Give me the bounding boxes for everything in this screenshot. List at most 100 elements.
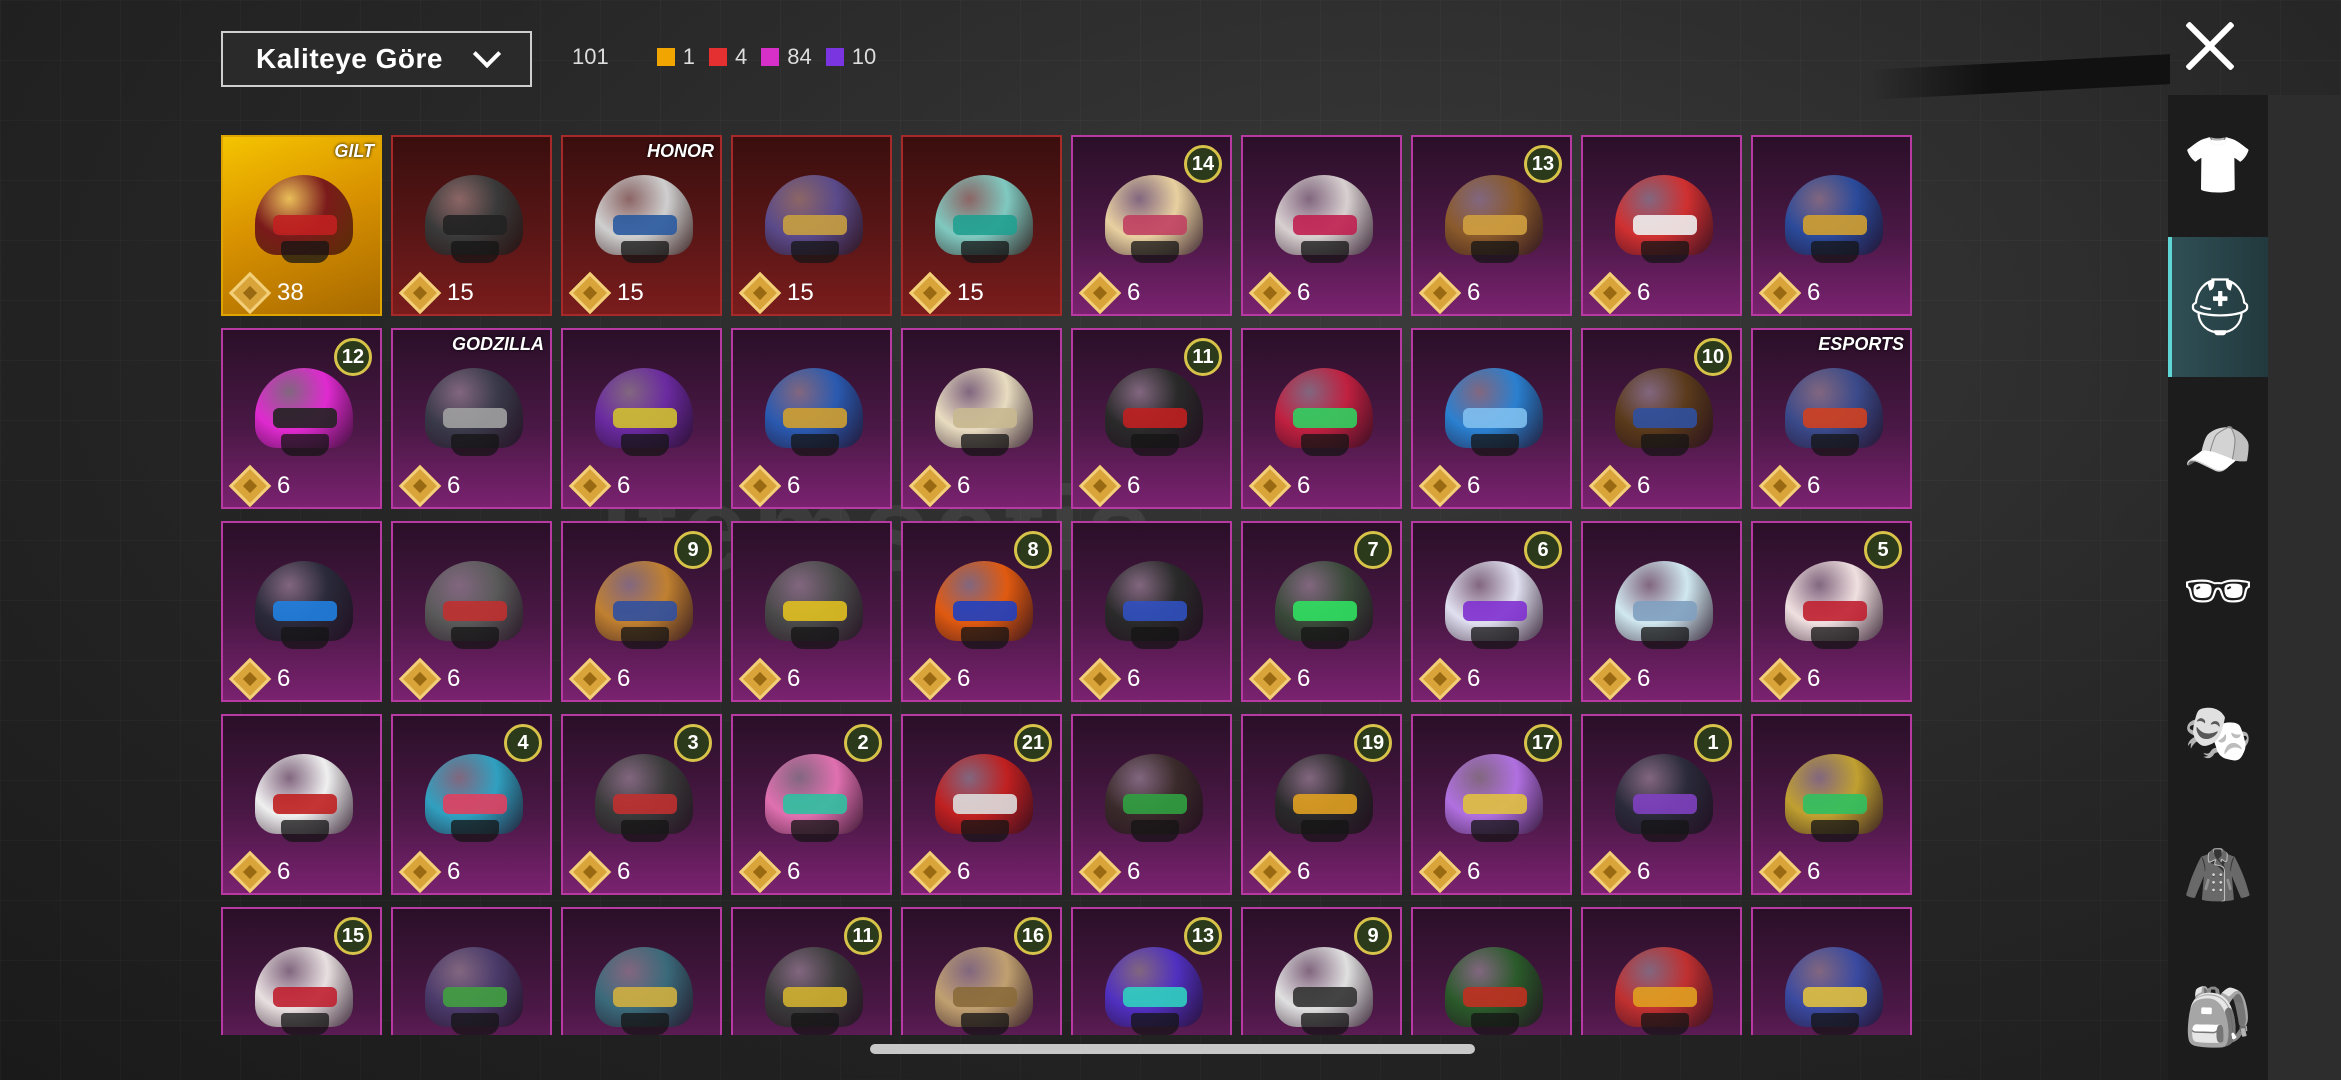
item-card[interactable]: 6 [391, 521, 552, 702]
price-value: 6 [1637, 472, 1651, 499]
item-card[interactable]: 12 6 [221, 328, 382, 509]
item-price: 6 [568, 464, 630, 507]
item-card[interactable]: 6 [1411, 328, 1572, 509]
item-card[interactable]: 15 [391, 135, 552, 316]
item-card[interactable]: 6 [1241, 328, 1402, 509]
coin-icon [908, 850, 952, 893]
item-card[interactable]: 16 [1581, 714, 1742, 895]
helmet-icon [425, 368, 523, 458]
helmet-icon [935, 175, 1033, 265]
item-card[interactable]: 21 6 [901, 714, 1062, 895]
helmet-icon [1615, 368, 1713, 458]
item-card[interactable]: 6 [1071, 714, 1232, 895]
item-price: 6 [738, 850, 801, 893]
sidebar-item-backpack[interactable]: 🎒 [2168, 947, 2268, 1080]
item-card[interactable]: 16 [901, 907, 1062, 1035]
item-card[interactable]: 6 [1581, 135, 1742, 316]
close-button[interactable] [2182, 18, 2238, 74]
item-price: 6 [568, 850, 630, 893]
item-card[interactable]: GODZILLA 6 [391, 328, 552, 509]
price-value: 15 [787, 279, 814, 306]
item-price: 6 [908, 850, 970, 893]
helmet-icon [1785, 561, 1883, 651]
item-card[interactable]: 6 [221, 521, 382, 702]
price-value: 6 [1297, 472, 1311, 499]
sort-dropdown[interactable]: Kaliteye Göre [221, 31, 532, 87]
helmet-icon [1105, 175, 1203, 265]
level-badge: 5 [1864, 531, 1902, 569]
item-card[interactable] [1751, 907, 1912, 1035]
item-card[interactable]: 6 [1751, 135, 1912, 316]
helmet-icon [1615, 175, 1713, 265]
item-price: 6 [1418, 271, 1480, 314]
sidebar-item-helmet[interactable]: ⛑ [2168, 237, 2268, 377]
item-card[interactable]: 86 [901, 521, 1062, 702]
item-card[interactable] [561, 907, 722, 1035]
item-card[interactable] [1581, 907, 1742, 1035]
helmet-icon [1105, 947, 1203, 1035]
price-value: 6 [1297, 665, 1311, 692]
item-card[interactable]: 6 [561, 328, 722, 509]
item-card[interactable]: 6 [1751, 714, 1912, 895]
item-card[interactable]: 26 [731, 714, 892, 895]
sidebar-item-glasses[interactable]: 🕶 [2168, 521, 2268, 661]
helmet-icon [1445, 368, 1543, 458]
price-value: 38 [277, 279, 304, 306]
sidebar-item-hat[interactable]: 🧢 [2168, 379, 2268, 519]
coin-icon [1588, 464, 1632, 507]
item-card[interactable]: 6 [731, 328, 892, 509]
item-card[interactable]: 6 [221, 714, 382, 895]
item-card[interactable]: 76 [1241, 521, 1402, 702]
item-card[interactable]: 14 6 [1071, 135, 1232, 316]
item-card[interactable]: 15 [731, 135, 892, 316]
helmet-icon [765, 754, 863, 844]
item-card[interactable]: 6 [1071, 521, 1232, 702]
level-badge: 10 [1694, 338, 1732, 376]
sidebar-item-jacket[interactable]: 🧥 [2168, 805, 2268, 945]
item-card[interactable]: 6 [1241, 135, 1402, 316]
item-card[interactable] [391, 907, 552, 1035]
item-card[interactable]: 17 6 [1411, 714, 1572, 895]
item-card[interactable]: 6 [1581, 521, 1742, 702]
item-card[interactable]: ESPORTS 6 [1751, 328, 1912, 509]
price-value: 6 [787, 858, 801, 885]
item-card[interactable]: 56 [1751, 521, 1912, 702]
item-card[interactable]: 10 6 [1581, 328, 1742, 509]
item-card[interactable]: 13 [1071, 907, 1232, 1035]
item-card[interactable]: 96 [561, 521, 722, 702]
helmet-icon [255, 754, 353, 844]
item-price: 6 [738, 657, 800, 700]
rarity-counts: 101 1 4 84 10 [572, 42, 890, 72]
item-card[interactable]: HONOR 15 [561, 135, 722, 316]
item-card[interactable]: 46 [391, 714, 552, 895]
item-card[interactable]: 66 [1411, 521, 1572, 702]
item-card[interactable]: GILT 38 [221, 135, 382, 316]
helmet-icon [935, 561, 1033, 651]
coin-icon [908, 464, 952, 507]
item-card[interactable]: 15 [901, 135, 1062, 316]
item-card[interactable]: 15 [221, 907, 382, 1035]
item-card[interactable]: 19 6 [1241, 714, 1402, 895]
level-badge: 12 [334, 338, 372, 376]
item-card[interactable] [1411, 907, 1572, 1035]
item-card[interactable]: 11 [731, 907, 892, 1035]
item-card[interactable]: 9 [1241, 907, 1402, 1035]
sidebar-item-outfit[interactable]: 👕 [2168, 95, 2268, 235]
item-card[interactable]: 13 6 [1411, 135, 1572, 316]
level-badge: 13 [1184, 917, 1222, 955]
coin-icon [1588, 657, 1632, 700]
item-card[interactable]: 6 [901, 328, 1062, 509]
price-value: 6 [1637, 279, 1651, 306]
helmet-icon [1105, 561, 1203, 651]
level-badge: 3 [674, 724, 712, 762]
gold-tier-icon [656, 48, 675, 66]
helmet-icon [1445, 754, 1543, 844]
outfit-icon: 👕 [2183, 133, 2253, 196]
item-card[interactable]: 6 [731, 521, 892, 702]
coin-icon [1758, 271, 1802, 314]
sidebar-item-mask[interactable]: 🎭 [2168, 663, 2268, 803]
item-card[interactable]: 11 6 [1071, 328, 1232, 509]
scrollbar[interactable] [870, 1044, 1475, 1054]
helmet-icon [765, 561, 863, 651]
item-card[interactable]: 36 [561, 714, 722, 895]
